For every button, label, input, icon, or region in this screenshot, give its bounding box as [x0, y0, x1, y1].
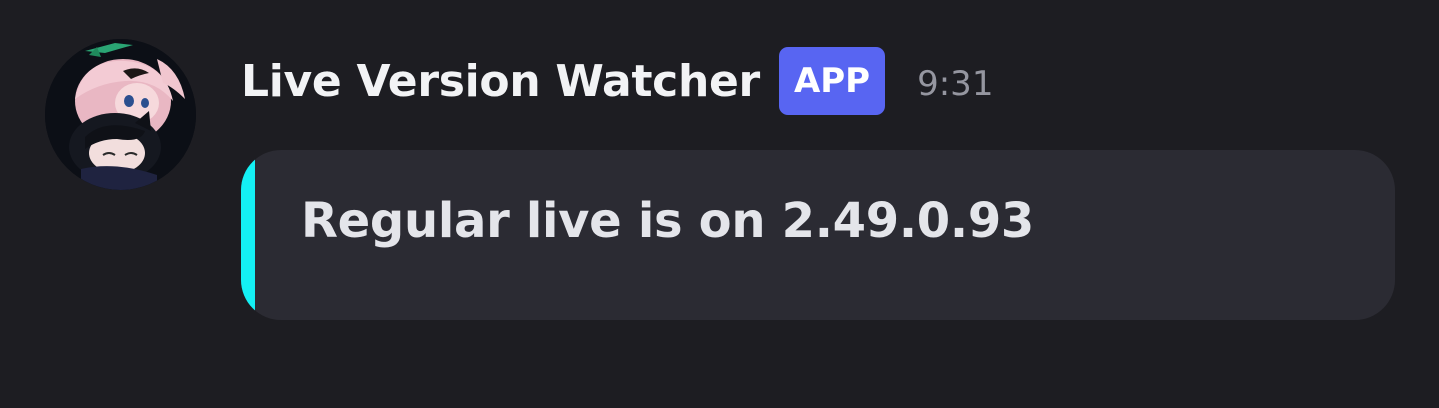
app-badge: APP — [778, 47, 886, 115]
anime-characters-avatar-icon — [45, 39, 196, 190]
username[interactable]: Live Version Watcher — [241, 56, 760, 107]
user-avatar[interactable] — [45, 39, 196, 190]
message-timestamp[interactable]: 9:31 — [917, 58, 993, 104]
message-header: Live Version Watcher APP 9:31 — [241, 46, 993, 116]
chat-message: Live Version Watcher APP 9:31 Regular li… — [0, 0, 1439, 408]
embed-accent-bar — [241, 150, 255, 320]
message-embed: Regular live is on 2.49.0.93 — [241, 150, 1395, 320]
embed-description: Regular live is on 2.49.0.93 — [301, 193, 1035, 249]
